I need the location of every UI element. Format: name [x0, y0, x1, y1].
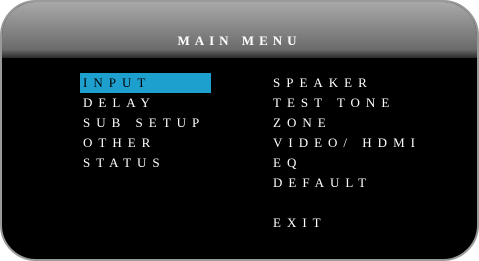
- menu-item-default[interactable]: DEFAULT: [270, 173, 421, 193]
- title-bar: MAIN MENU: [2, 2, 477, 58]
- left-menu-column: INPUT DELAY SUB SETUP OTHER STATUS: [80, 73, 211, 173]
- menu-item-status[interactable]: STATUS: [80, 153, 211, 173]
- osd-main-menu-window: MAIN MENU INPUT DELAY SUB SETUP OTHER ST…: [0, 0, 479, 261]
- menu-item-speaker[interactable]: SPEAKER: [270, 73, 421, 93]
- menu-item-exit[interactable]: EXIT: [270, 213, 421, 233]
- menu-item-test-tone[interactable]: TEST TONE: [270, 93, 421, 113]
- menu-item-video-hdmi[interactable]: VIDEO/ HDMI: [270, 133, 421, 153]
- right-menu-column: SPEAKER TEST TONE ZONE VIDEO/ HDMI EQ DE…: [270, 73, 421, 233]
- menu-item-delay[interactable]: DELAY: [80, 93, 211, 113]
- menu-title: MAIN MENU: [177, 33, 302, 48]
- menu-item-input[interactable]: INPUT: [80, 73, 211, 93]
- menu-spacer: [270, 193, 421, 213]
- menu-item-eq[interactable]: EQ: [270, 153, 421, 173]
- menu-item-zone[interactable]: ZONE: [270, 113, 421, 133]
- menu-item-sub-setup[interactable]: SUB SETUP: [80, 113, 211, 133]
- menu-item-other[interactable]: OTHER: [80, 133, 211, 153]
